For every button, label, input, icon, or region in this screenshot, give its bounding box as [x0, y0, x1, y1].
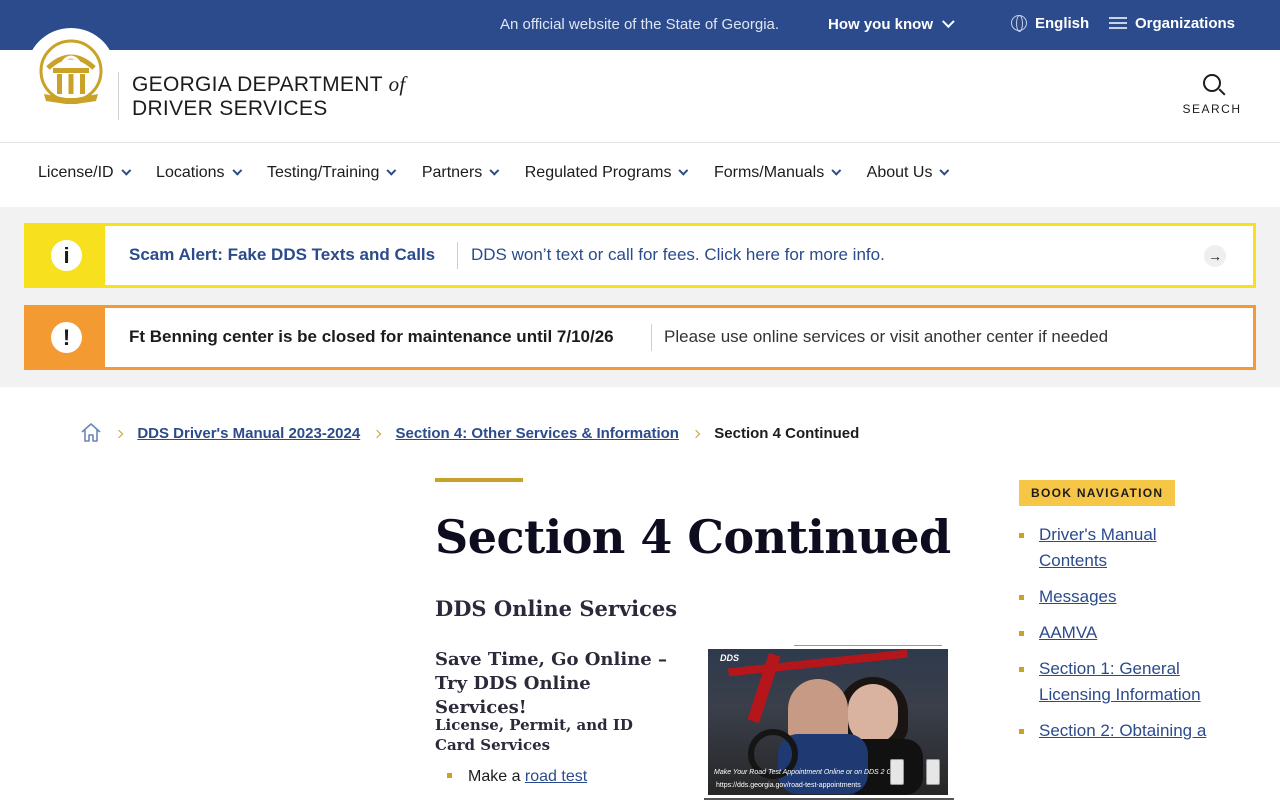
list-item: Make a road test: [447, 768, 587, 786]
globe-icon: [1011, 15, 1027, 32]
home-icon[interactable]: [80, 422, 102, 442]
rollbar: [728, 649, 908, 677]
language-selector[interactable]: English: [1011, 15, 1089, 32]
list-item-text: Make a: [468, 768, 525, 785]
alert-message: Please use online services or visit anot…: [664, 327, 1109, 346]
how-you-know-button[interactable]: How you know: [828, 15, 955, 33]
nav-label: Forms/Manuals: [713, 164, 825, 181]
phone-icon: [926, 759, 940, 785]
book-nav-item: Section 2: Obtaining a: [1019, 718, 1219, 744]
phone-icon: [890, 759, 904, 785]
nav-label: License/ID: [38, 164, 114, 181]
brand-line2: DRIVER SERVICES: [132, 97, 328, 120]
book-nav-item: Messages: [1019, 584, 1219, 610]
section-heading: DDS Online Services: [435, 596, 678, 621]
language-label: English: [1035, 15, 1090, 32]
nav-label: Partners: [421, 164, 483, 181]
book-nav-link-section-2[interactable]: Section 2: Obtaining a: [1039, 721, 1206, 740]
book-nav-item: AAMVA: [1019, 620, 1219, 646]
nav-label: Testing/Training: [267, 164, 380, 181]
nav-item-partners[interactable]: Partners: [421, 164, 500, 182]
services-heading: License, Permit, and ID Card Services: [435, 716, 633, 754]
chevron-down-icon: [831, 165, 842, 176]
site-header: GEORGIA DEPARTMENT of DRIVER SERVICES SE…: [0, 28, 1280, 143]
warning-icon: !: [51, 322, 82, 353]
road-test-link[interactable]: road test: [525, 768, 587, 785]
alert-icon-box: i: [27, 226, 105, 285]
georgia-seal-logo[interactable]: [26, 28, 116, 118]
alert-divider: [651, 324, 652, 351]
seal-icon: [39, 39, 103, 104]
book-nav-item: Section 1: General Licensing Information: [1019, 656, 1219, 708]
official-banner: An official website of the State of Geor…: [0, 0, 1280, 50]
chevron-down-icon: [939, 165, 950, 176]
breadcrumb: DDS Driver's Manual 2023-2024 Section 4:…: [80, 422, 859, 442]
breadcrumb-current: Section 4 Continued: [714, 425, 860, 442]
chevron-down-icon: [678, 165, 689, 176]
book-nav-link-section-1[interactable]: Section 1: General Licensing Information: [1039, 659, 1201, 704]
scam-alert-banner[interactable]: i Scam Alert: Fake DDS Texts and Calls D…: [24, 223, 1256, 288]
road-test-promo-image[interactable]: DDS Make Your Road Test Appointment Onli…: [704, 645, 954, 800]
book-nav-item: Driver's Manual Contents: [1019, 522, 1219, 574]
book-nav-link-messages[interactable]: Messages: [1039, 587, 1116, 606]
nav-item-license-id[interactable]: License/ID: [38, 164, 131, 182]
alerts-region: i Scam Alert: Fake DDS Texts and Calls D…: [0, 207, 1280, 387]
how-you-know-label: How you know: [828, 16, 933, 33]
dds-logo: DDS: [720, 653, 740, 663]
chevron-down-icon: [941, 15, 955, 29]
info-icon: i: [51, 240, 82, 271]
search-button[interactable]: SEARCH: [1180, 74, 1244, 116]
book-navigation-heading: BOOK NAVIGATION: [1019, 480, 1176, 506]
book-nav-link-contents[interactable]: Driver's Manual Contents: [1039, 525, 1157, 570]
nav-label: About Us: [866, 164, 933, 181]
nav-label: Locations: [156, 164, 225, 181]
chevron-down-icon: [489, 165, 500, 176]
chevron-right-icon: [691, 429, 701, 439]
chevron-down-icon: [231, 165, 242, 176]
chevron-down-icon: [120, 165, 131, 176]
promo-caption: Make Your Road Test Appointment Online o…: [714, 769, 900, 776]
promo-photo: DDS Make Your Road Test Appointment Onli…: [708, 649, 948, 795]
brand-of: of: [388, 72, 406, 96]
alert-title: Ft Benning center is be closed for maint…: [129, 327, 614, 346]
search-icon: [1203, 74, 1221, 92]
list-icon: [1109, 17, 1127, 30]
brand-divider: [118, 72, 119, 120]
alert-title: Scam Alert: Fake DDS Texts and Calls: [129, 245, 436, 264]
organizations-label: Organizations: [1135, 15, 1236, 32]
breadcrumb-link-drivers-manual[interactable]: DDS Driver's Manual 2023-2024: [137, 425, 360, 442]
site-title[interactable]: GEORGIA DEPARTMENT of DRIVER SERVICES: [132, 72, 406, 121]
search-label: SEARCH: [1182, 102, 1242, 116]
services-list: Make a road test: [447, 768, 587, 786]
chevron-down-icon: [386, 165, 397, 176]
subsection-heading: Save Time, Go Online – Try DDS Online Se…: [435, 649, 667, 718]
arrow-right-icon[interactable]: →: [1204, 245, 1226, 267]
page-title: Section 4 Continued: [435, 510, 951, 564]
nav-item-about-us[interactable]: About Us: [866, 164, 950, 182]
organizations-button[interactable]: Organizations: [1109, 15, 1235, 32]
promo-url: https://dds.georgia.gov/road-test-appoin…: [716, 782, 861, 789]
official-site-text: An official website of the State of Geor…: [500, 16, 780, 33]
closure-alert-banner: ! Ft Benning center is be closed for mai…: [24, 305, 1256, 370]
title-accent-rule: [435, 478, 523, 482]
book-nav-link-aamva[interactable]: AAMVA: [1039, 623, 1097, 642]
alert-divider: [457, 242, 458, 269]
image-border: [794, 645, 942, 646]
chevron-right-icon: [373, 429, 382, 439]
nav-item-forms-manuals[interactable]: Forms/Manuals: [713, 164, 842, 182]
alert-icon-box: !: [27, 308, 105, 367]
nav-item-locations[interactable]: Locations: [156, 164, 242, 182]
chevron-right-icon: [114, 429, 124, 439]
nav-item-testing-training[interactable]: Testing/Training: [267, 164, 397, 182]
nav-label: Regulated Programs: [524, 164, 672, 181]
alert-message: DDS won’t text or call for fees. Click h…: [471, 245, 885, 264]
nav-item-regulated-programs[interactable]: Regulated Programs: [524, 164, 689, 182]
book-navigation-list: Driver's Manual Contents Messages AAMVA …: [1019, 522, 1219, 754]
breadcrumb-link-section-4[interactable]: Section 4: Other Services & Information: [396, 425, 679, 442]
brand-line1: GEORGIA DEPARTMENT: [132, 73, 383, 96]
main-navigation: License/ID Locations Testing/Training Pa…: [0, 143, 1280, 207]
